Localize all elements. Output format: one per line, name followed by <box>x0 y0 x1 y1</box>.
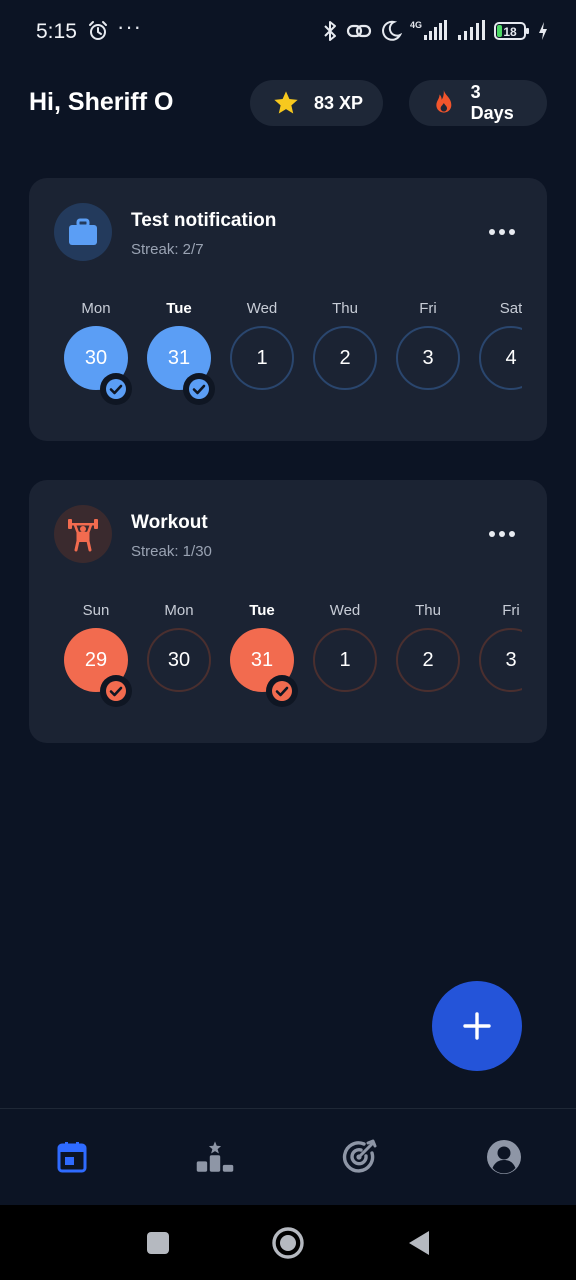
link-icon <box>346 24 372 38</box>
habit-card-workout[interactable]: Workout Streak: 1/30 Sun 29 Mon 30 Tue 3… <box>29 480 547 743</box>
day-circle[interactable]: 2 <box>396 628 460 692</box>
alarm-icon <box>89 21 107 40</box>
battery-icon: 18 <box>494 22 529 40</box>
back-button[interactable] <box>400 1225 436 1261</box>
day-label: Thu <box>415 602 441 619</box>
day-item[interactable]: Wed 1 <box>230 290 294 410</box>
day-label: Wed <box>329 602 361 619</box>
habit-title: Workout <box>131 512 208 533</box>
star-icon <box>274 91 298 114</box>
svg-text:18: 18 <box>503 25 517 39</box>
greeting-title: Hi, Sheriff O <box>29 88 174 116</box>
charging-icon <box>539 22 547 40</box>
xp-badge[interactable]: 83 XP <box>250 80 383 126</box>
day-label-today: Tue <box>166 300 192 317</box>
habit-icon-circle <box>54 505 112 563</box>
circle-icon <box>272 1227 304 1259</box>
habit-icon-circle <box>54 203 112 261</box>
day-circle[interactable]: 2 <box>313 326 377 390</box>
day-circle[interactable]: 3 <box>479 628 522 692</box>
square-icon <box>147 1232 169 1254</box>
day-item[interactable]: Tue 31 <box>230 592 298 712</box>
day-item[interactable]: Thu 2 <box>313 290 377 410</box>
streak-days-label: 3 Days <box>470 82 514 123</box>
fire-icon <box>436 90 452 113</box>
nav-leaderboard[interactable] <box>195 1137 235 1177</box>
home-button[interactable] <box>270 1225 306 1261</box>
recents-button[interactable] <box>140 1225 176 1261</box>
calendar-icon <box>57 1142 87 1173</box>
check-icon <box>100 675 132 707</box>
day-label: Sun <box>82 602 110 619</box>
check-icon <box>266 675 298 707</box>
check-icon <box>100 373 132 405</box>
briefcase-icon <box>69 218 97 245</box>
bottom-nav <box>0 1108 576 1205</box>
target-icon <box>342 1139 377 1173</box>
profile-icon <box>487 1140 521 1174</box>
day-label: Thu <box>332 300 358 317</box>
day-label: Mon <box>164 602 194 619</box>
check-icon <box>183 373 215 405</box>
day-item[interactable]: Fri 3 <box>479 592 522 712</box>
more-options-button[interactable] <box>489 524 515 544</box>
status-bar: 5:15 ··· 4G 18 <box>0 0 576 62</box>
status-more-dots: ··· <box>117 14 142 39</box>
habit-streak: Streak: 2/7 <box>131 241 204 258</box>
day-item[interactable]: Thu 2 <box>396 592 460 712</box>
nav-calendar[interactable] <box>52 1137 92 1177</box>
leaderboard-icon <box>196 1141 234 1172</box>
svg-text:4G: 4G <box>410 20 422 30</box>
day-label-today: Tue <box>249 602 275 619</box>
day-item[interactable]: Tue 31 <box>147 290 215 410</box>
signal-4g-icon: 4G <box>410 20 447 40</box>
day-item[interactable]: Mon 30 <box>147 592 211 712</box>
day-circle[interactable]: 1 <box>230 326 294 390</box>
day-label: Wed <box>246 300 278 317</box>
day-circle[interactable]: 30 <box>147 628 211 692</box>
streak-days-badge[interactable]: 3 Days <box>409 80 547 126</box>
habit-card-test-notification[interactable]: Test notification Streak: 2/7 Mon 30 Tue… <box>29 178 547 441</box>
more-options-button[interactable] <box>489 222 515 242</box>
habit-title: Test notification <box>131 210 277 231</box>
nav-goals[interactable] <box>340 1137 380 1177</box>
day-label: Sat <box>499 300 522 317</box>
moon-icon <box>382 20 402 41</box>
days-row: Sun 29 Mon 30 Tue 31 Wed 1 Thu 2 Fri 3 <box>64 592 522 712</box>
day-circle[interactable]: 4 <box>479 326 522 390</box>
xp-label: 83 XP <box>314 92 364 113</box>
day-item[interactable]: Mon 30 <box>64 290 132 410</box>
day-label: Fri <box>502 602 520 619</box>
day-circle[interactable]: 3 <box>396 326 460 390</box>
system-nav-bar <box>0 1205 576 1280</box>
nav-profile[interactable] <box>484 1137 524 1177</box>
signal-icon <box>458 20 485 40</box>
day-item[interactable]: Sun 29 <box>64 592 132 712</box>
day-item[interactable]: Wed 1 <box>313 592 377 712</box>
back-triangle-icon <box>409 1231 429 1255</box>
day-circle[interactable]: 1 <box>313 628 377 692</box>
bluetooth-icon <box>324 21 336 41</box>
add-habit-button[interactable] <box>432 981 522 1071</box>
day-label: Mon <box>81 300 111 317</box>
day-item[interactable]: Sat 4 <box>479 290 522 410</box>
status-time: 5:15 <box>36 20 77 43</box>
days-row: Mon 30 Tue 31 Wed 1 Thu 2 Fri 3 Sat 4 <box>64 290 522 410</box>
weightlifting-icon <box>68 519 98 552</box>
plus-icon <box>463 1012 491 1040</box>
habit-streak: Streak: 1/30 <box>131 543 212 560</box>
day-label: Fri <box>419 300 437 317</box>
day-item[interactable]: Fri 3 <box>396 290 460 410</box>
